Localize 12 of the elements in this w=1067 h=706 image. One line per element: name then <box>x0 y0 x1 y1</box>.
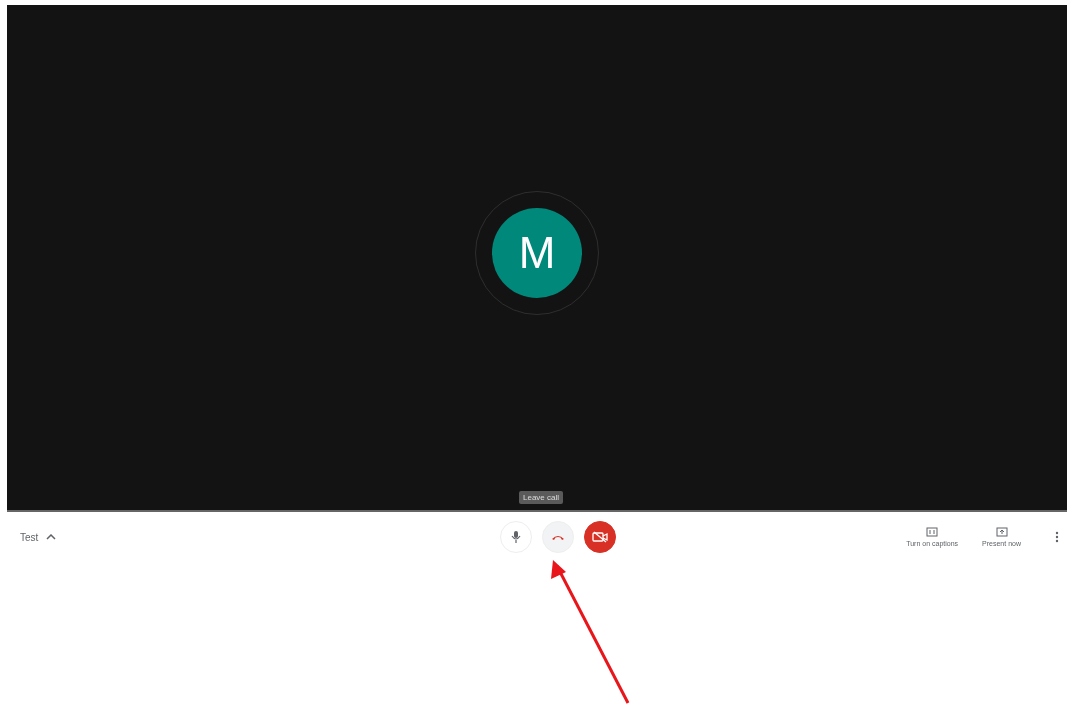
tooltip: Leave call <box>519 491 564 504</box>
microphone-button[interactable] <box>500 521 533 553</box>
more-options-icon[interactable] <box>1055 531 1059 543</box>
camera-button[interactable] <box>584 521 617 553</box>
meeting-name: Test <box>20 531 39 543</box>
camera-icon <box>592 531 609 543</box>
microphone-icon <box>511 530 522 544</box>
present-screen-icon <box>995 527 1008 537</box>
captions-icon <box>926 527 939 537</box>
phone-icon <box>551 533 566 541</box>
caret-icon[interactable] <box>46 534 57 540</box>
avatar: M <box>492 207 582 298</box>
